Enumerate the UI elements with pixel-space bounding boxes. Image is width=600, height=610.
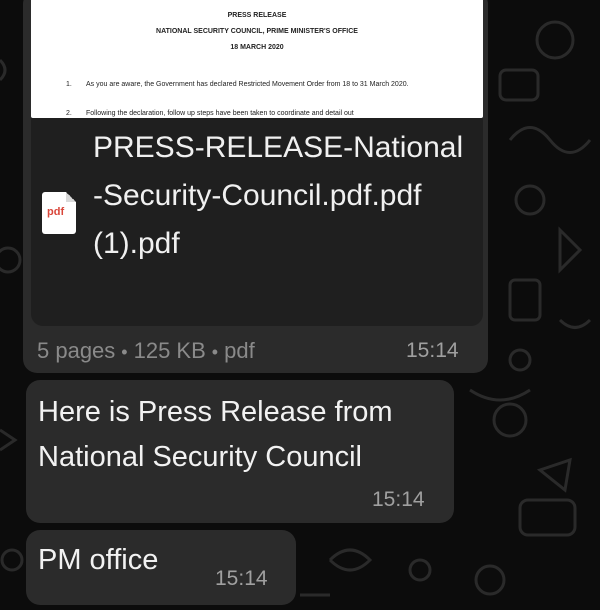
- preview-organization: NATIONAL SECURITY COUNCIL, PRIME MINISTE…: [156, 28, 358, 35]
- file-name: PRESS-RELEASE-National-Security-Council.…: [93, 131, 464, 260]
- separator-dot: •: [211, 342, 219, 362]
- separator-dot: •: [121, 342, 128, 362]
- message-text: PM office: [38, 544, 159, 576]
- document-preview[interactable]: PRESS RELEASE NATIONAL SECURITY COUNCIL,…: [31, 0, 483, 118]
- chat-view: PRESS RELEASE NATIONAL SECURITY COUNCIL,…: [0, 0, 600, 610]
- text-message-bubble[interactable]: PM office 15:14: [26, 530, 296, 605]
- preview-heading: PRESS RELEASE: [227, 12, 287, 19]
- file-card[interactable]: pdf PRESS-RELEASE-National-Security-Coun…: [31, 118, 483, 326]
- message-text: Here is Press Release from National Secu…: [38, 396, 393, 473]
- preview-paragraph-number: 1.: [66, 81, 72, 88]
- preview-paragraph-number: 2.: [66, 110, 72, 117]
- pdf-icon-label: pdf: [47, 206, 65, 218]
- preview-paragraph-2: 2. Following the declaration, follow up …: [66, 109, 456, 118]
- pdf-file-icon: pdf: [42, 192, 76, 234]
- preview-date: 18 MARCH 2020: [230, 44, 284, 51]
- text-message-bubble[interactable]: Here is Press Release from National Secu…: [26, 380, 454, 523]
- file-type: pdf: [224, 338, 255, 363]
- preview-paragraph-text: As you are aware, the Government has dec…: [86, 81, 409, 88]
- message-timestamp: 15:14: [215, 567, 268, 590]
- file-page-count: 5 pages: [37, 338, 116, 363]
- preview-paragraph-text: Following the declaration, follow up ste…: [86, 110, 354, 117]
- preview-paragraph-1: 1. As you are aware, the Government has …: [66, 80, 456, 89]
- message-timestamp: 15:14: [406, 339, 459, 362]
- document-message-bubble[interactable]: PRESS RELEASE NATIONAL SECURITY COUNCIL,…: [23, 0, 488, 373]
- message-timestamp: 15:14: [372, 488, 425, 511]
- file-size: 125 KB: [133, 338, 206, 363]
- file-meta: 5 pages • 125 KB • pdf: [37, 338, 255, 364]
